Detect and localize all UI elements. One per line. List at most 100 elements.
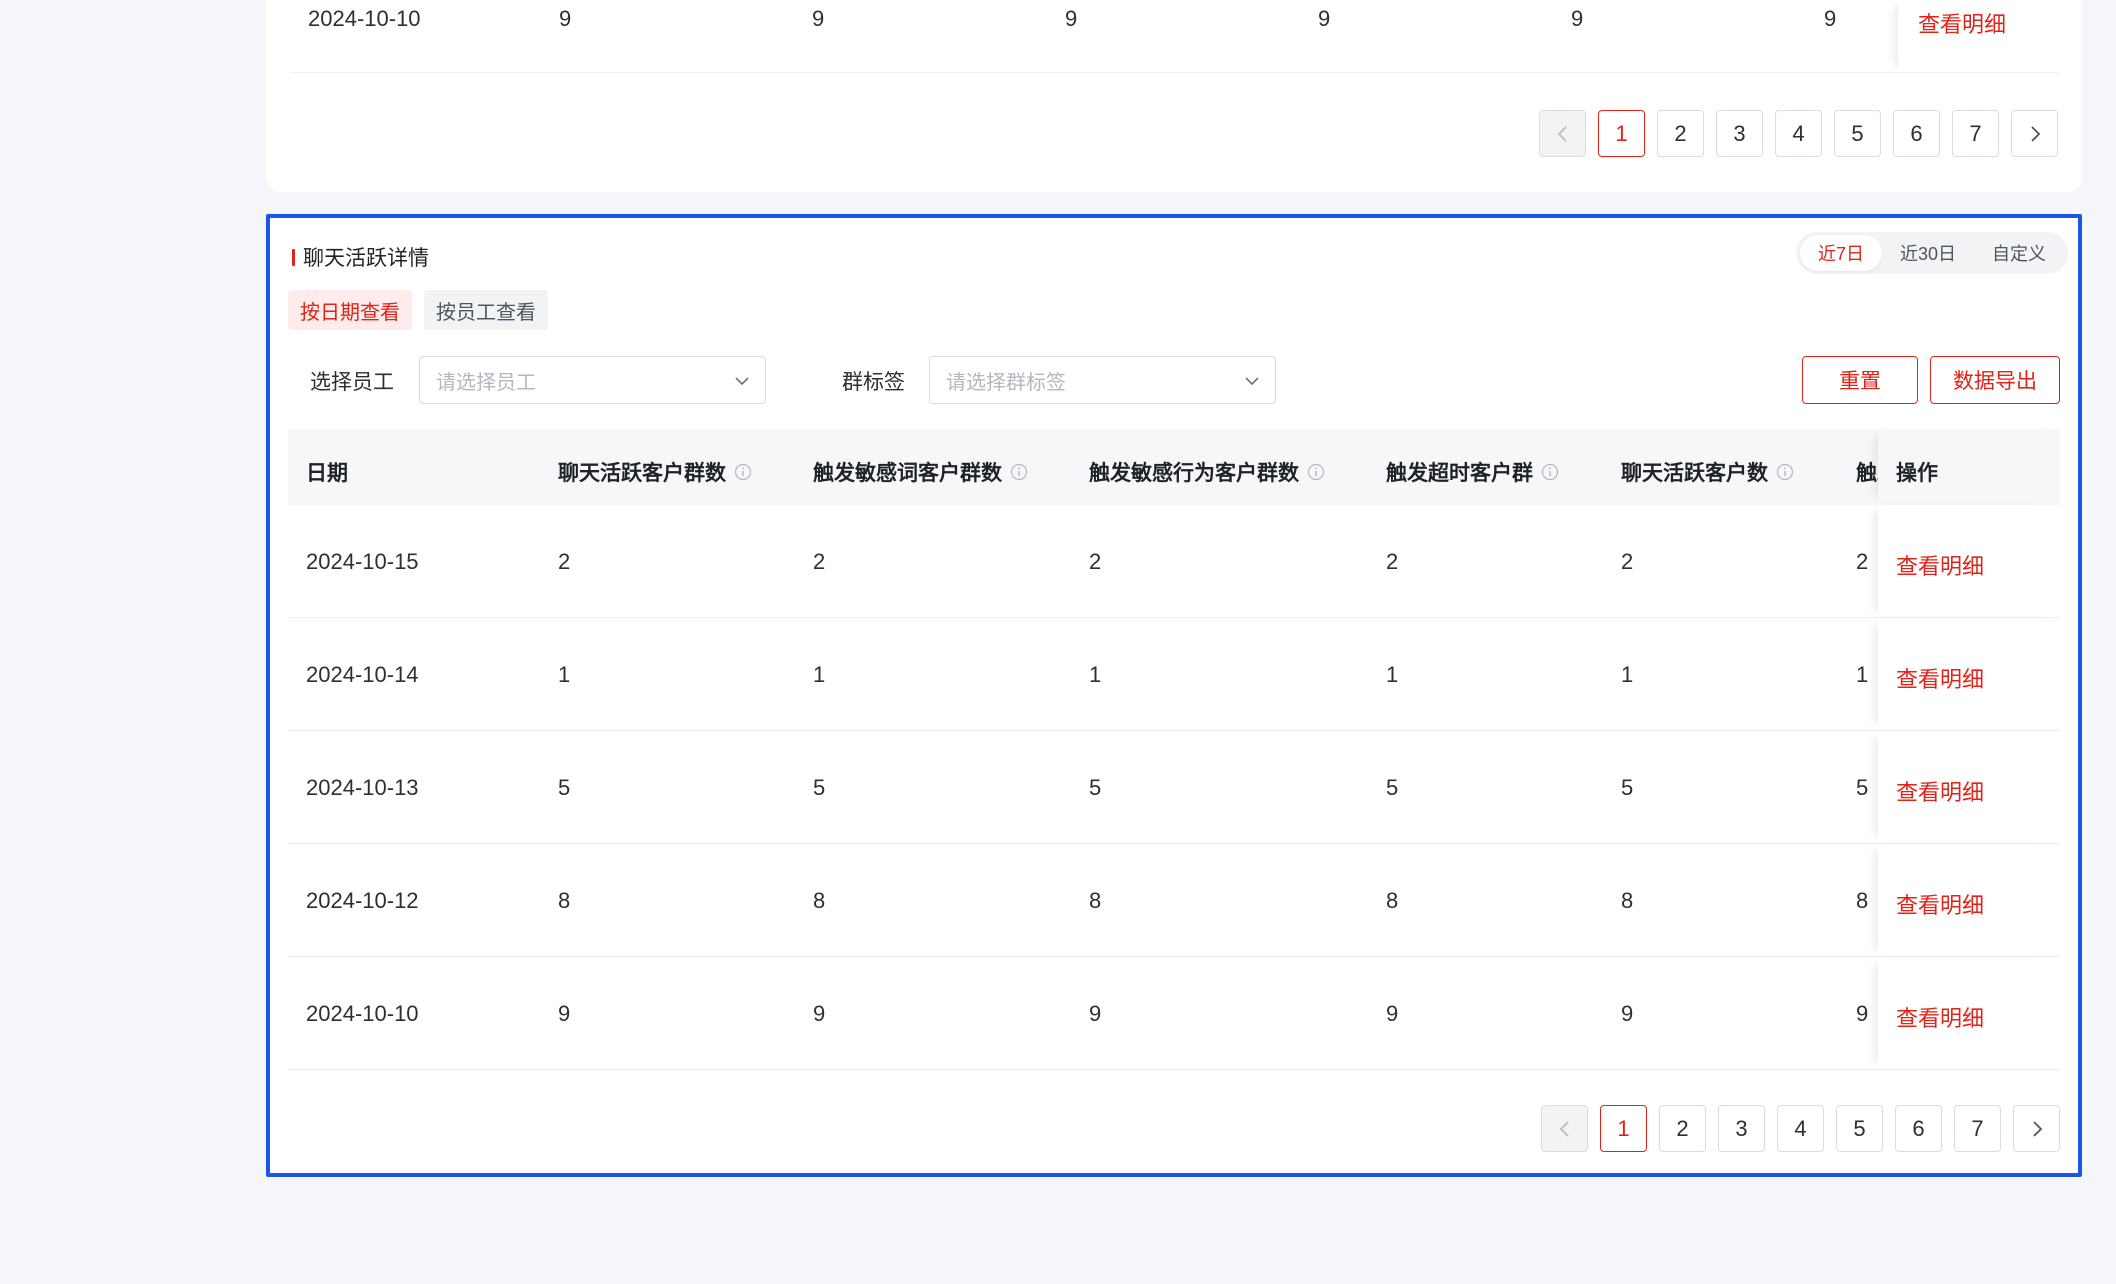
- view-detail-link[interactable]: 查看明细: [1896, 888, 1984, 920]
- date-range-switch: 近7日 近30日 自定义: [1795, 232, 2068, 274]
- value-cell: 8: [813, 888, 826, 913]
- value-cell: 1: [813, 662, 826, 687]
- value-cell: 8: [1386, 888, 1399, 913]
- view-detail-link[interactable]: 查看明细: [1918, 7, 2006, 39]
- operation-header: 操作: [1878, 429, 2056, 505]
- table-row: 2024-10-12 8 8 8 8 8 8 查看明细: [288, 844, 2060, 957]
- operation-column: 查看明细: [1898, 0, 2076, 72]
- view-detail-link[interactable]: 查看明细: [1896, 775, 1984, 807]
- info-icon[interactable]: [1541, 463, 1559, 481]
- pagination: 1 2 3 4 5 6 7: [1539, 110, 2058, 157]
- page-button-6[interactable]: 6: [1893, 110, 1940, 157]
- table-row: 2024-10-13 5 5 5 5 5 5 查看明细: [288, 731, 2060, 844]
- table-row: 2024-10-15 2 2 2 2 2 2 查看明细: [288, 505, 2060, 618]
- page-button-3[interactable]: 3: [1716, 110, 1763, 157]
- value-cell: 9: [558, 1001, 571, 1026]
- value-cell: 5: [1621, 775, 1634, 800]
- group-tag-select[interactable]: 请选择群标签: [929, 356, 1276, 404]
- chevron-left-icon: [1559, 1120, 1569, 1137]
- date-cell: 2024-10-12: [306, 888, 419, 913]
- operation-cell: 查看明细: [1878, 957, 2056, 1069]
- next-page-button[interactable]: [2011, 110, 2058, 157]
- next-page-button[interactable]: [2013, 1105, 2060, 1152]
- prev-page-button[interactable]: [1539, 110, 1586, 157]
- date-cell: 2024-10-15: [306, 549, 419, 574]
- prev-page-button[interactable]: [1541, 1105, 1588, 1152]
- value-cell: 8: [1856, 888, 1869, 913]
- chevron-right-icon: [2030, 125, 2040, 142]
- page-button-1[interactable]: 1: [1600, 1105, 1647, 1152]
- value-cell: 1: [1386, 662, 1399, 687]
- value-cell: 2: [813, 549, 826, 574]
- employee-select-placeholder: 请选择员工: [436, 371, 536, 394]
- value-cell: 9: [1089, 1001, 1102, 1026]
- title-accent-bar: [292, 248, 295, 266]
- page-button-2[interactable]: 2: [1659, 1105, 1706, 1152]
- row-divider: [290, 72, 2058, 73]
- column-header-actions: 操作: [1896, 462, 1938, 485]
- value-cell: 5: [1089, 775, 1102, 800]
- page-button-7[interactable]: 7: [1952, 110, 1999, 157]
- page-button-2[interactable]: 2: [1657, 110, 1704, 157]
- page-button-5[interactable]: 5: [1834, 110, 1881, 157]
- column-header-date: 日期: [306, 462, 348, 485]
- value-cell: 9: [1386, 1001, 1399, 1026]
- table-row: 2024-10-10 9 9 9 9 9 9 查看明细: [266, 0, 2082, 72]
- page-button-4[interactable]: 4: [1777, 1105, 1824, 1152]
- value-cell: 9: [1856, 1001, 1869, 1026]
- value-cell: 9: [559, 6, 572, 31]
- employee-select[interactable]: 请选择员工: [419, 356, 766, 404]
- value-cell: 2: [1386, 549, 1399, 574]
- chat-activity-detail-card: 聊天活跃详情 近7日 近30日 自定义 按日期查看 按员工查看 选择员工 请选择…: [266, 214, 2082, 1177]
- value-cell: 8: [558, 888, 571, 913]
- chevron-right-icon: [2032, 1120, 2042, 1137]
- date-cell: 2024-10-10: [306, 1001, 419, 1026]
- range-custom[interactable]: 自定义: [1974, 235, 2064, 271]
- export-data-button[interactable]: 数据导出: [1930, 356, 2060, 404]
- value-cell: 9: [1824, 6, 1837, 31]
- info-icon[interactable]: [734, 463, 752, 481]
- view-detail-link[interactable]: 查看明细: [1896, 662, 1984, 694]
- tab-by-date[interactable]: 按日期查看: [288, 290, 412, 330]
- view-detail-link[interactable]: 查看明细: [1896, 1001, 1984, 1033]
- info-icon[interactable]: [1776, 463, 1794, 481]
- value-cell: 1: [1621, 662, 1634, 687]
- column-header-active-groups: 聊天活跃客户群数: [558, 457, 752, 487]
- column-header-sensitive-word-groups: 触发敏感词客户群数: [813, 457, 1028, 487]
- value-cell: 5: [1856, 775, 1869, 800]
- page-button-6[interactable]: 6: [1895, 1105, 1942, 1152]
- previous-table-card: 2024-10-10 9 9 9 9 9 9 查看明细 1 2 3 4 5 6 …: [266, 0, 2082, 192]
- date-cell: 2024-10-13: [306, 775, 419, 800]
- page-button-1[interactable]: 1: [1598, 110, 1645, 157]
- employee-filter-label: 选择员工: [310, 371, 394, 394]
- operation-cell: 查看明细: [1878, 618, 2056, 730]
- value-cell: 8: [1621, 888, 1634, 913]
- range-last-30-days[interactable]: 近30日: [1882, 235, 1974, 271]
- chevron-down-icon: [1245, 377, 1259, 386]
- value-cell: 1: [1089, 662, 1102, 687]
- view-detail-link[interactable]: 查看明细: [1896, 549, 1984, 581]
- date-cell: 2024-10-10: [308, 6, 421, 31]
- value-cell: 2: [1856, 549, 1869, 574]
- operation-cell: 查看明细: [1878, 844, 2056, 956]
- info-icon[interactable]: [1307, 463, 1325, 481]
- page-button-7[interactable]: 7: [1954, 1105, 2001, 1152]
- column-header-active-customers: 聊天活跃客户数: [1621, 457, 1794, 487]
- column-header-timeout-groups: 触发超时客户群: [1386, 457, 1559, 487]
- range-last-7-days[interactable]: 近7日: [1799, 235, 1882, 271]
- value-cell: 2: [558, 549, 571, 574]
- info-icon[interactable]: [1010, 463, 1028, 481]
- value-cell: 8: [1089, 888, 1102, 913]
- value-cell: 1: [1856, 662, 1869, 687]
- value-cell: 2: [1089, 549, 1102, 574]
- table-row: 2024-10-10 9 9 9 9 9 9 查看明细: [288, 957, 2060, 1070]
- tab-by-employee[interactable]: 按员工查看: [424, 290, 548, 330]
- page-button-4[interactable]: 4: [1775, 110, 1822, 157]
- section-title: 聊天活跃详情: [292, 242, 429, 272]
- group-tag-filter-label: 群标签: [842, 371, 905, 394]
- page-button-5[interactable]: 5: [1836, 1105, 1883, 1152]
- pagination: 1 2 3 4 5 6 7: [1541, 1105, 2060, 1152]
- reset-button[interactable]: 重置: [1802, 356, 1918, 404]
- page-button-3[interactable]: 3: [1718, 1105, 1765, 1152]
- column-header-truncated: 触发: [1856, 462, 1878, 485]
